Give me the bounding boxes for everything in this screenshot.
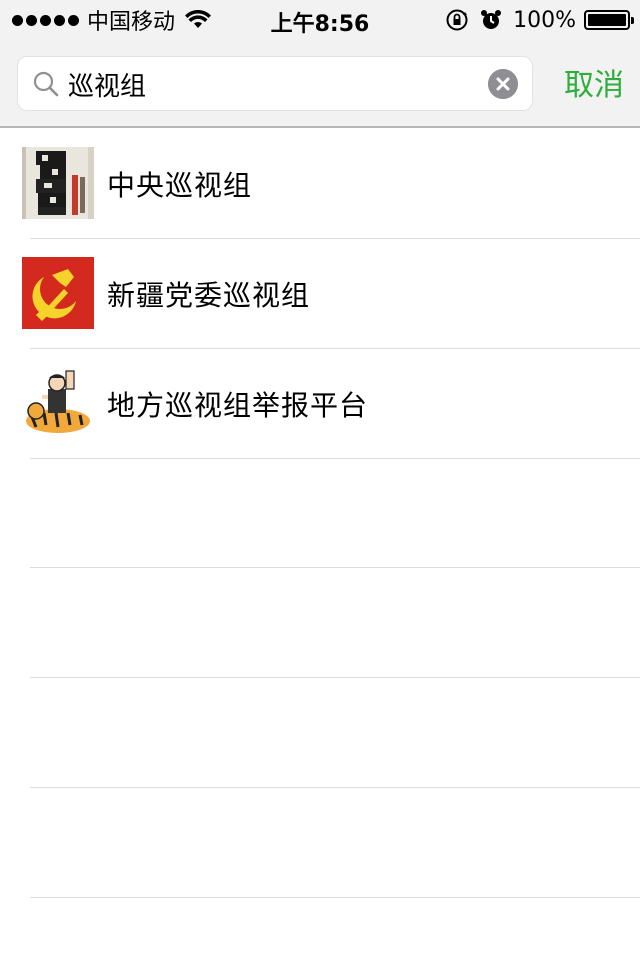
status-bar: 中国移动 上午8:56 100%	[0, 0, 640, 40]
alarm-icon	[481, 10, 502, 29]
cartoon-tiger-thumbnail	[22, 367, 94, 439]
result-title: 地方巡视组举报平台	[107, 389, 369, 422]
battery-icon	[584, 10, 634, 30]
hammer-sickle-thumbnail	[22, 257, 94, 329]
list-item[interactable]: 新疆党委巡视组	[0, 238, 640, 349]
empty-row	[30, 458, 640, 568]
search-box[interactable]	[17, 56, 533, 111]
list-item[interactable]: 中央巡视组	[0, 128, 640, 239]
search-icon	[33, 71, 59, 97]
cancel-button[interactable]: 取消	[564, 60, 624, 104]
empty-row	[30, 678, 640, 788]
search-results-list: 中央巡视组 新疆党委巡视组 地方巡视组举报平台	[0, 128, 640, 898]
search-input[interactable]	[68, 65, 488, 103]
rotation-lock-icon	[446, 9, 468, 31]
result-title: 新疆党委巡视组	[107, 279, 311, 312]
empty-row	[30, 788, 640, 898]
result-title: 中央巡视组	[107, 169, 253, 202]
empty-row	[30, 568, 640, 678]
battery-percentage: 100%	[513, 7, 576, 33]
search-header: 取消	[0, 40, 640, 128]
list-item[interactable]: 地方巡视组举报平台	[0, 348, 640, 459]
clear-search-icon[interactable]	[488, 69, 518, 99]
book-cover-thumbnail	[22, 147, 94, 219]
